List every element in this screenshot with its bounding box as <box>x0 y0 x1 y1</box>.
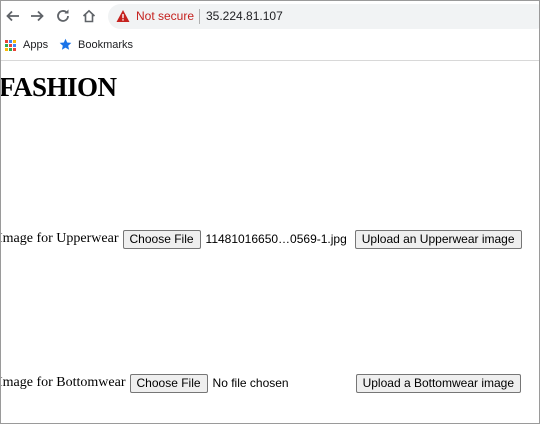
bottomwear-form: Image for Bottomwear Choose File No file… <box>0 373 522 393</box>
upperwear-choose-file-button[interactable]: Choose File <box>122 229 201 249</box>
url-text: 35.224.81.107 <box>206 9 283 23</box>
page-title: FASHION <box>0 72 117 102</box>
bottomwear-label: Image for Bottomwear <box>0 375 126 390</box>
page-content: FASHION Image for Upperwear Choose File … <box>0 62 539 423</box>
address-bar[interactable]: Not secure 35.224.81.107 <box>108 4 539 29</box>
back-icon[interactable] <box>3 6 23 26</box>
upperwear-file-name: 11481016650…0569-1.jpg <box>205 232 347 246</box>
upload-upperwear-button[interactable]: Upload an Upperwear image <box>354 229 522 249</box>
omnibox-divider <box>199 9 200 24</box>
bookmark-apps[interactable]: Apps <box>23 39 48 51</box>
bookmarks-bar: Apps Bookmarks <box>1 32 539 61</box>
upload-bottomwear-button[interactable]: Upload a Bottomwear image <box>355 373 522 393</box>
forward-icon[interactable] <box>27 6 47 26</box>
home-icon[interactable] <box>79 6 99 26</box>
warning-icon <box>116 10 130 22</box>
reload-icon[interactable] <box>53 6 73 26</box>
bottomwear-choose-file-button[interactable]: Choose File <box>129 373 208 393</box>
browser-window: Not secure 35.224.81.107 Apps Bookmarks … <box>0 0 540 424</box>
upperwear-label: Image for Upperwear <box>0 231 119 246</box>
not-secure-label: Not secure <box>136 9 195 23</box>
apps-grid-icon[interactable] <box>5 40 16 51</box>
upperwear-form: Image for Upperwear Choose File 11481016… <box>0 229 522 249</box>
bottomwear-file-name: No file chosen <box>212 376 289 390</box>
browser-toolbar: Not secure 35.224.81.107 <box>1 1 539 32</box>
star-icon <box>59 38 72 50</box>
bookmark-bookmarks[interactable]: Bookmarks <box>78 39 133 51</box>
